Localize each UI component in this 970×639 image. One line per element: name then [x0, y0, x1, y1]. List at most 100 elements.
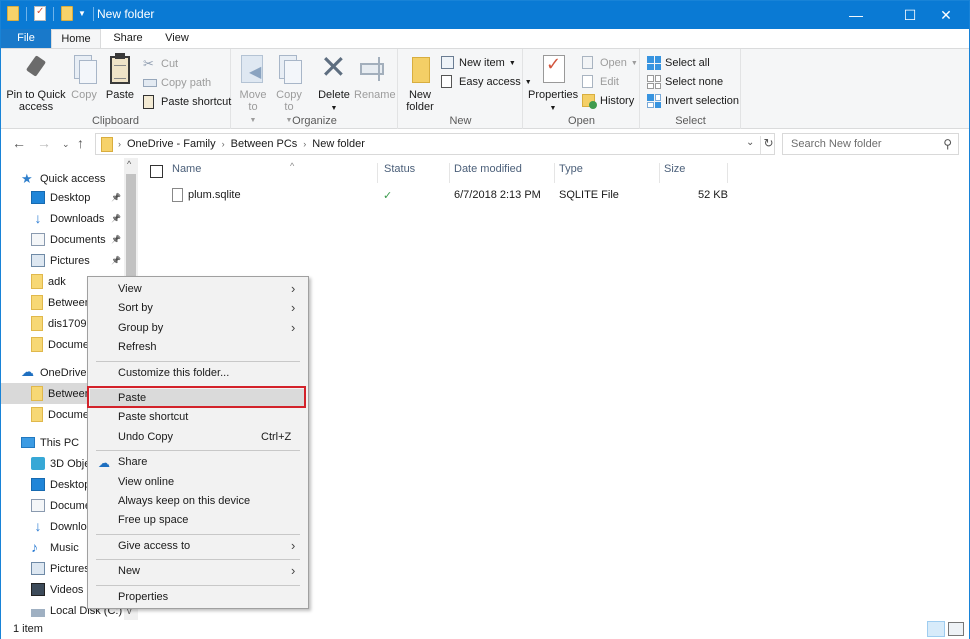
- nav-item[interactable]: Documents 📌: [1, 229, 125, 250]
- tab-home[interactable]: Home: [51, 29, 101, 49]
- tab-file[interactable]: File: [1, 29, 51, 49]
- menu-separator: [96, 386, 300, 387]
- menu-item-group-by[interactable]: Group by ›: [90, 319, 306, 338]
- menu-item-label: Sort by: [118, 302, 153, 315]
- recent-locations-chevron-icon[interactable]: ⌄: [62, 139, 70, 150]
- properties-qat-icon[interactable]: [34, 6, 46, 21]
- column-header-type[interactable]: Type: [555, 163, 660, 183]
- select-none-button[interactable]: Select none: [647, 73, 723, 91]
- edit-button[interactable]: Edit: [582, 73, 619, 91]
- easy-access-button[interactable]: Easy access ▼: [441, 73, 532, 91]
- navigation-bar: ← → ⌄ ↑ › OneDrive - Family › Between PC…: [1, 130, 969, 158]
- search-icon[interactable]: ⚲: [943, 137, 952, 151]
- column-header-name[interactable]: Name ^: [168, 161, 378, 183]
- address-dropdown-icon[interactable]: ⌄: [746, 137, 754, 148]
- pinned-icon[interactable]: 📌: [111, 235, 121, 244]
- refresh-icon[interactable]: ↻: [760, 136, 776, 154]
- menu-item-view[interactable]: View ›: [90, 280, 306, 299]
- menu-item-always-keep-on-this-device[interactable]: Always keep on this device: [90, 492, 306, 511]
- menu-item-label: Group by: [118, 321, 164, 334]
- menu-item-label: Free up space: [118, 514, 189, 527]
- menu-item-sort-by[interactable]: Sort by ›: [90, 299, 306, 318]
- rename-icon: [358, 53, 390, 85]
- delete-x-icon: ✕: [320, 49, 347, 85]
- breadcrumb-separator-icon[interactable]: ›: [118, 138, 121, 151]
- nav-item[interactable]: ↓ Downloads 📌: [1, 208, 125, 229]
- properties-button[interactable]: ✓ Properties ▼: [528, 53, 578, 115]
- open-label: Open: [600, 57, 627, 69]
- divider: [26, 6, 27, 21]
- nav-item[interactable]: Desktop 📌: [1, 187, 125, 208]
- select-all-button[interactable]: Select all: [647, 54, 710, 72]
- menu-item-label: Always keep on this device: [118, 495, 251, 507]
- close-button[interactable]: ✕: [923, 1, 969, 29]
- clipboard-group-label: Clipboard: [91, 115, 140, 127]
- paste-shortcut-button[interactable]: Paste shortcut: [143, 93, 231, 111]
- desktop-icon: [31, 478, 45, 491]
- breadcrumb-onedrive-family[interactable]: OneDrive - Family: [127, 138, 216, 151]
- menu-item-label: Paste shortcut: [118, 411, 189, 424]
- pinned-icon[interactable]: 📌: [111, 256, 121, 265]
- ribbon: Pin to Quick access Copy Paste ✂ Cut Cop…: [1, 48, 969, 129]
- pinned-icon[interactable]: 📌: [111, 214, 121, 223]
- menu-item-properties[interactable]: Properties: [90, 588, 306, 607]
- menu-item-free-up-space[interactable]: Free up space: [90, 511, 306, 530]
- breadcrumb-new-folder[interactable]: New folder: [312, 138, 365, 151]
- rename-button[interactable]: Rename: [354, 53, 396, 101]
- back-arrow-icon[interactable]: ←: [12, 135, 26, 151]
- column-header-status[interactable]: Status: [380, 163, 450, 183]
- menu-item-label: View: [118, 283, 142, 295]
- menu-item-undo-copy[interactable]: Undo Copy Ctrl+Z: [90, 428, 306, 447]
- minimize-button[interactable]: —: [833, 1, 879, 29]
- scroll-up-icon[interactable]: ^: [127, 159, 131, 169]
- breadcrumb-between-pcs[interactable]: Between PCs: [231, 138, 298, 151]
- menu-item-paste-shortcut[interactable]: Paste shortcut: [90, 408, 306, 427]
- column-header-date-modified[interactable]: Date modified: [450, 163, 555, 183]
- new-folder-qat-icon[interactable]: [61, 6, 73, 21]
- menu-item-paste[interactable]: Paste: [90, 389, 306, 408]
- address-bar[interactable]: › OneDrive - Family › Between PCs › New …: [95, 133, 775, 155]
- menu-item-label: Properties: [118, 590, 169, 603]
- column-header-size[interactable]: Size: [660, 163, 728, 183]
- up-arrow-icon[interactable]: ↑: [77, 135, 84, 151]
- folder-icon: [7, 6, 19, 21]
- ribbon-tabs: File Home Share View ^ ?: [1, 29, 969, 75]
- breadcrumb-separator-icon[interactable]: ›: [303, 138, 306, 151]
- breadcrumb-separator-icon[interactable]: ›: [222, 138, 225, 151]
- search-input[interactable]: Search New folder ⚲: [782, 133, 959, 155]
- new-item-button[interactable]: New item ▼: [441, 54, 516, 72]
- large-icons-view-icon[interactable]: [948, 622, 964, 636]
- tab-view[interactable]: View: [159, 29, 195, 49]
- copy-path-label: Copy path: [161, 77, 212, 89]
- sort-ascending-icon: ^: [290, 161, 295, 171]
- menu-item-shortcut: Ctrl+Z: [261, 430, 292, 443]
- nav-item[interactable]: ★ Quick access: [1, 168, 125, 189]
- menu-item-view-online[interactable]: View online: [90, 473, 306, 492]
- menu-item-give-access-to[interactable]: Give access to ›: [90, 537, 306, 556]
- nav-item[interactable]: Pictures 📌: [1, 250, 125, 271]
- history-button[interactable]: History: [582, 92, 634, 110]
- details-view-icon[interactable]: [927, 621, 945, 637]
- pinned-icon[interactable]: 📌: [111, 193, 121, 202]
- pin-to-quick-access-button[interactable]: Pin to Quick access: [5, 53, 67, 113]
- select-all-checkbox[interactable]: [150, 165, 163, 178]
- menu-item-refresh[interactable]: Refresh: [90, 338, 306, 357]
- delete-button[interactable]: ✕ Delete ▼: [314, 49, 354, 115]
- menu-item-label: View online: [118, 475, 175, 488]
- select-all-icon: [647, 56, 661, 70]
- 3d-objects-icon: [31, 457, 45, 470]
- file-row[interactable]: plum.sqlite ✓ 6/7/2018 2:13 PM SQLITE Fi…: [138, 186, 738, 206]
- new-folder-button[interactable]: New folder: [401, 53, 439, 113]
- invert-selection-button[interactable]: Invert selection: [647, 92, 739, 110]
- copy-path-button[interactable]: Copy path: [143, 74, 211, 92]
- menu-item-share[interactable]: ☁ Share: [90, 453, 306, 472]
- open-button[interactable]: Open ▼: [582, 54, 638, 72]
- customize-qat-dropdown-icon[interactable]: ▼: [78, 9, 86, 18]
- tab-share[interactable]: Share: [109, 29, 147, 49]
- forward-arrow-icon[interactable]: →: [37, 135, 51, 151]
- menu-item-customize-this-folder[interactable]: Customize this folder...: [90, 364, 306, 383]
- copy-button[interactable]: Copy: [67, 53, 101, 101]
- cut-button[interactable]: ✂ Cut: [143, 55, 178, 73]
- paste-button[interactable]: Paste: [103, 53, 137, 101]
- menu-item-new[interactable]: New ›: [90, 562, 306, 581]
